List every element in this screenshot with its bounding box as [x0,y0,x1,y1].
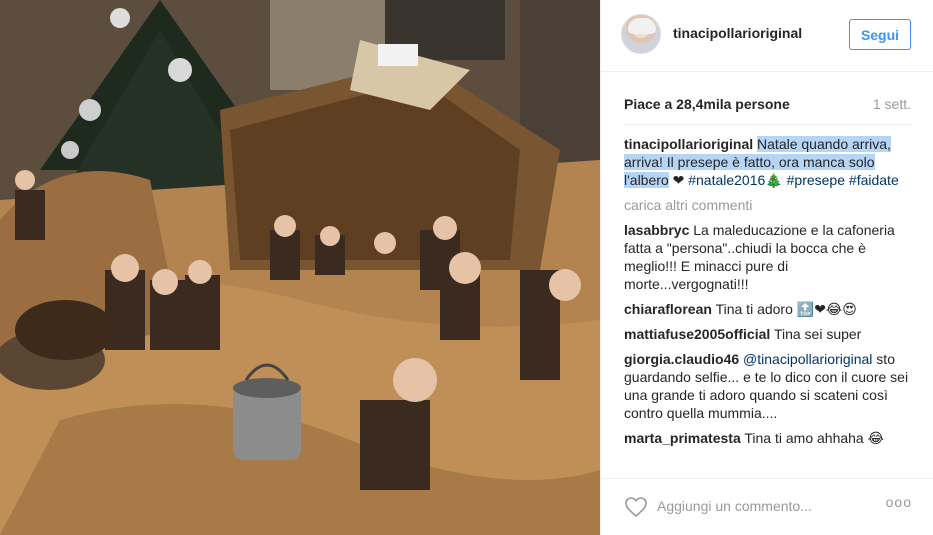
comment-username[interactable]: chiaraflorean [624,301,712,317]
likes-count[interactable]: Piace a 28,4mila persone [624,96,790,112]
list-item: lasabbryc La maleducazione e la cafoneri… [624,221,916,293]
comment-mention[interactable]: @tinacipollarioriginal [743,351,872,367]
comment-text: Tina sei super [773,326,862,342]
post-header: tinacipollarioriginal Segui [601,0,933,72]
comment-username[interactable]: mattiafuse2005official [624,326,770,342]
post-username[interactable]: tinacipollarioriginal [673,25,802,41]
comment-username[interactable]: lasabbryc [624,222,689,238]
post-photo[interactable] [0,0,600,535]
comment-input[interactable] [657,494,877,518]
post-time[interactable]: 1 sett. [873,96,911,112]
load-more-comments[interactable]: carica altri commenti [624,196,916,214]
comments-list: tinacipollarioriginal Natale quando arri… [624,135,916,465]
comment-username[interactable]: giorgia.claudio46 [624,351,739,367]
list-item: marta_primatesta Tina ti amo ahhaha 😂 [624,429,916,447]
caption: tinacipollarioriginal Natale quando arri… [624,135,916,189]
list-item: giorgia.claudio46 @tinacipollarioriginal… [624,350,916,422]
comment-text: Tina ti amo ahhaha 😂 [744,430,884,446]
caption-username[interactable]: tinacipollarioriginal [624,136,753,152]
divider [624,124,911,125]
comment-username[interactable]: marta_primatesta [624,430,741,446]
list-item: chiaraflorean Tina ti adoro 🔝❤😂😍 [624,300,916,318]
nativity-scene-image [0,0,600,535]
comment-footer: ooo [601,478,933,535]
hashtag-natale2016[interactable]: #natale2016 [688,172,765,188]
post-stats: Piace a 28,4mila persone 1 sett. [624,96,911,116]
follow-button[interactable]: Segui [849,19,911,50]
avatar[interactable] [621,14,661,54]
list-item: mattiafuse2005official Tina sei super [624,325,916,343]
comment-text: Tina ti adoro 🔝❤😂😍 [715,301,857,317]
heart-outline-icon[interactable] [624,495,648,519]
more-options-icon[interactable]: ooo [886,494,912,510]
christmas-tree-emoji: 🎄 [765,172,783,188]
hashtag-presepe[interactable]: #presepe [787,172,845,188]
hashtag-faidate[interactable]: #faidate [849,172,899,188]
post-sidebar: tinacipollarioriginal Segui Piace a 28,4… [600,0,933,535]
heart-emoji: ❤ [672,172,685,188]
